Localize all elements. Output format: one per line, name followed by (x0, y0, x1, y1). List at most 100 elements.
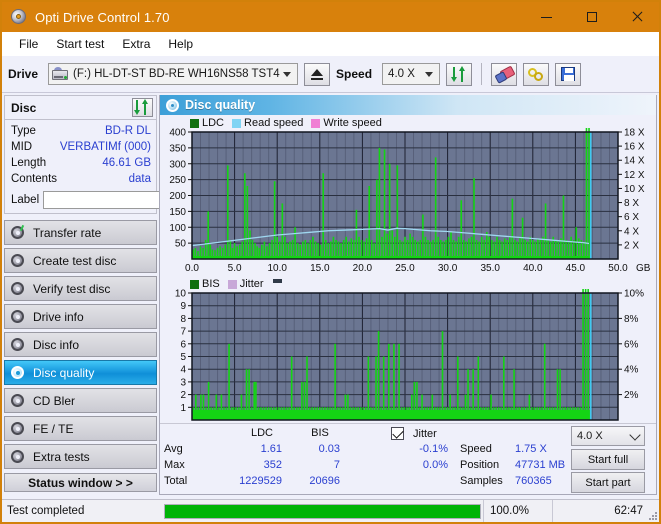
sidebar-item-drive-info[interactable]: Drive info (4, 304, 157, 329)
speed-label: Speed (336, 67, 373, 81)
disc-row-mid: MID VERBATIMf (000) (11, 139, 151, 155)
legend-swatch-jitter (227, 279, 237, 289)
sidebar-item-fe-te[interactable]: FE / TE (4, 416, 157, 441)
sidebar-nav: Transfer rate Create test disc Verify te… (4, 220, 157, 469)
jitter-checkbox[interactable] (391, 426, 404, 440)
disc-row-contents: Contents data (11, 171, 151, 187)
sidebar-item-label: Drive info (33, 309, 84, 324)
chevron-down-icon (425, 72, 434, 77)
svg-text:6: 6 (180, 339, 186, 350)
drive-label: Drive (8, 67, 39, 81)
maximize-button[interactable] (569, 2, 614, 32)
svg-text:14 X: 14 X (624, 156, 645, 167)
stats-row-total: Total (164, 475, 188, 487)
disc-length-key: Length (11, 157, 47, 169)
sidebar-item-verify-test-disc[interactable]: Verify test disc (4, 276, 157, 301)
disc-icon (11, 393, 26, 408)
svg-text:25.0: 25.0 (395, 263, 415, 274)
eject-icon (311, 68, 324, 80)
stats-avg-bis: 0.03 (318, 443, 340, 455)
sidebar-item-cd-bler[interactable]: CD Bler (4, 388, 157, 413)
tools-button[interactable] (523, 62, 550, 86)
legend-swatch-bis (190, 279, 199, 289)
sidebar-item-create-test-disc[interactable]: Create test disc (4, 248, 157, 273)
sidebar-item-transfer-rate[interactable]: Transfer rate (4, 220, 157, 245)
sidebar-item-label: Extra tests (33, 449, 90, 464)
speed-select[interactable]: 4.0 X (382, 63, 441, 85)
erase-button[interactable] (491, 62, 518, 86)
minimize-button[interactable] (524, 2, 569, 32)
svg-text:3: 3 (180, 377, 186, 388)
disc-label-key: Label (11, 193, 40, 206)
progress-bar-fill (165, 504, 480, 518)
disc-row-type: Type BD-R DL (11, 123, 151, 139)
menu-start-test[interactable]: Start test (47, 35, 113, 53)
refresh-button[interactable] (446, 62, 473, 86)
menu-bar: File Start test Extra Help (2, 32, 659, 56)
refresh-icon (134, 99, 150, 115)
progress-bar (164, 503, 481, 519)
chevron-down-icon (283, 72, 292, 77)
start-part-button[interactable]: Start part (571, 472, 645, 493)
refresh-icon (450, 65, 467, 82)
svg-text:45.0: 45.0 (566, 263, 586, 274)
title-bar: Opti Drive Control 1.70 (2, 2, 659, 32)
sidebar: Disc Type BD-R DL MID VERBATIMf (000) Le… (2, 93, 219, 495)
save-button[interactable] (555, 62, 582, 86)
svg-text:10 X: 10 X (624, 184, 645, 195)
svg-text:150: 150 (169, 207, 186, 218)
eject-button[interactable] (304, 62, 331, 86)
svg-text:4%: 4% (624, 365, 639, 376)
chevron-down-icon (629, 429, 641, 441)
legend-swatch-write-speed (311, 118, 321, 128)
close-icon (631, 11, 643, 23)
sidebar-item-label: Create test disc (33, 253, 117, 268)
stats-row-avg: Avg (164, 443, 183, 455)
page-title: Disc quality (185, 98, 256, 112)
legend-swatch-ldc (190, 118, 199, 128)
drive-select[interactable]: (F:) HL-DT-ST BD-RE WH16NS58 TST4 (48, 63, 299, 85)
svg-text:18 X: 18 X (624, 128, 645, 139)
test-speed-value: 4.0 X (577, 430, 603, 442)
stats-total-bis: 20696 (309, 475, 340, 487)
sidebar-item-extra-tests[interactable]: Extra tests (4, 444, 157, 469)
svg-text:2 X: 2 X (624, 240, 639, 251)
disc-icon (11, 225, 26, 240)
legend-swatch-read-speed (232, 118, 242, 128)
disc-icon (11, 337, 26, 352)
sidebar-item-disc-quality[interactable]: Disc quality (4, 360, 157, 385)
stats-panel: LDC BIS Avg Max Total 1.61 352 1229529 0… (160, 423, 656, 494)
svg-text:8%: 8% (624, 314, 639, 325)
start-full-button[interactable]: Start full (571, 449, 645, 470)
disc-icon (11, 421, 26, 436)
close-button[interactable] (614, 2, 659, 32)
disc-refresh-button[interactable] (132, 98, 153, 117)
svg-text:15.0: 15.0 (310, 263, 330, 274)
menu-help[interactable]: Help (159, 35, 202, 53)
disc-icon (11, 281, 26, 296)
svg-text:7: 7 (180, 327, 186, 338)
disc-type-key: Type (11, 125, 36, 137)
menu-file[interactable]: File (10, 35, 47, 53)
test-speed-select[interactable]: 4.0 X (571, 426, 645, 446)
elapsed-time: 62:47 (552, 500, 659, 522)
save-icon (561, 67, 576, 81)
sidebar-item-disc-info[interactable]: Disc info (4, 332, 157, 357)
sidebar-item-label: Disc quality (33, 365, 95, 380)
disc-mid-value: VERBATIMf (000) (59, 141, 151, 153)
svg-text:300: 300 (169, 159, 186, 170)
svg-text:4 X: 4 X (624, 226, 639, 237)
status-window-button[interactable]: Status window > > (4, 473, 157, 492)
resize-grip-icon[interactable] (647, 510, 657, 520)
menu-extra[interactable]: Extra (113, 35, 159, 53)
svg-text:8 X: 8 X (624, 198, 639, 209)
svg-text:5: 5 (180, 352, 186, 363)
svg-text:200: 200 (169, 191, 186, 202)
window-title: Opti Drive Control 1.70 (35, 9, 170, 25)
svg-text:350: 350 (169, 143, 186, 154)
disc-quality-icon (166, 98, 179, 112)
svg-text:12 X: 12 X (624, 170, 645, 181)
toolbar-separator (481, 63, 483, 85)
drive-icon (52, 67, 69, 81)
maximize-icon (586, 12, 597, 22)
